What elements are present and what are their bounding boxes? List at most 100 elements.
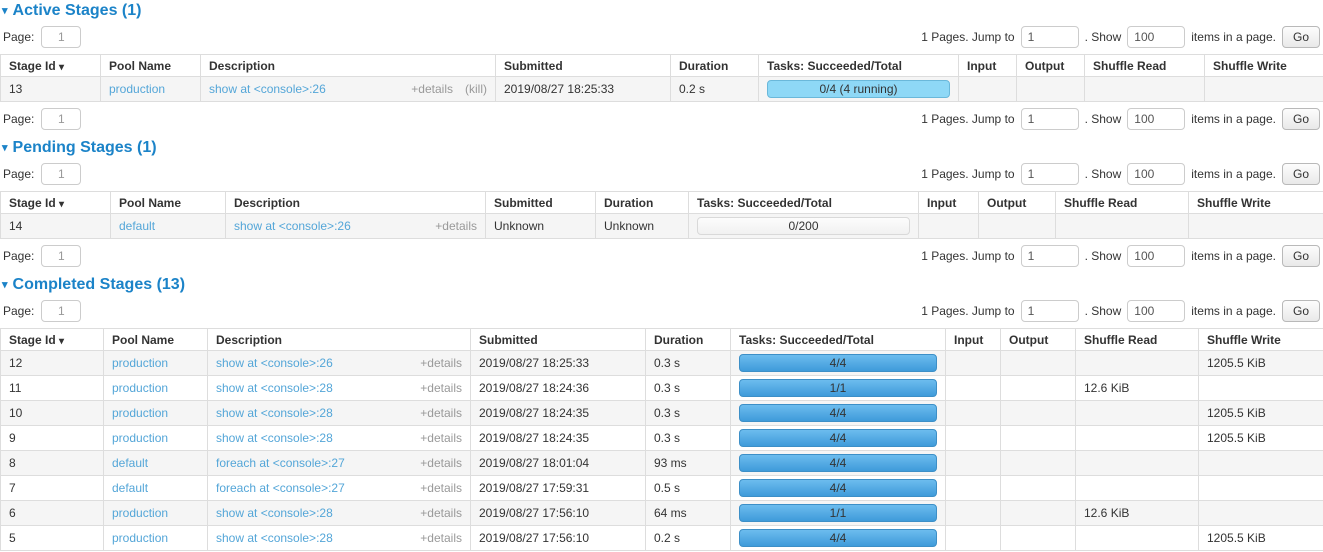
col-header-submitted[interactable]: Submitted	[496, 55, 671, 77]
description-link[interactable]: show at <console>:26	[234, 219, 351, 233]
pool-name-link[interactable]: default	[112, 481, 148, 495]
col-header-stage-id[interactable]: Stage Id ▾	[1, 329, 104, 351]
col-header-duration[interactable]: Duration	[646, 329, 731, 351]
col-header-submitted[interactable]: Submitted	[486, 192, 596, 214]
duration-cell: 0.2 s	[671, 77, 759, 102]
go-button[interactable]: Go	[1282, 26, 1320, 48]
description-link[interactable]: foreach at <console>:27	[216, 456, 345, 470]
pending-stages-header[interactable]: ▾Pending Stages (1)	[2, 139, 1323, 157]
col-header-pool-name[interactable]: Pool Name	[101, 55, 201, 77]
items-per-page-input[interactable]	[1127, 108, 1185, 130]
col-header-description[interactable]: Description	[208, 329, 471, 351]
items-per-page-input[interactable]	[1127, 26, 1185, 48]
pager-row: Page: 1 Pages. Jump to . Show items in a…	[3, 162, 1320, 186]
col-header-output[interactable]: Output	[1017, 55, 1085, 77]
page-number-input[interactable]	[41, 245, 81, 267]
pool-name-link[interactable]: production	[112, 356, 168, 370]
col-header-shuffle-write[interactable]: Shuffle Write	[1199, 329, 1323, 351]
kill-link[interactable]: (kill)	[465, 82, 487, 96]
jump-to-page-input[interactable]	[1021, 163, 1079, 185]
shuffle-read-cell	[1076, 476, 1199, 501]
jump-to-page-input[interactable]	[1021, 26, 1079, 48]
page-selector: Page:	[3, 26, 81, 48]
shuffle-write-cell	[1199, 476, 1323, 501]
col-header-stage-id[interactable]: Stage Id ▾	[1, 55, 101, 77]
page-number-input[interactable]	[41, 163, 81, 185]
details-toggle[interactable]: +details	[420, 356, 462, 370]
pool-name-cell: production	[104, 501, 208, 526]
details-toggle[interactable]: +details	[420, 406, 462, 420]
jump-to-page-input[interactable]	[1021, 300, 1079, 322]
details-toggle[interactable]: +details	[435, 219, 477, 233]
details-toggle[interactable]: +details	[420, 531, 462, 545]
items-per-page-input[interactable]	[1127, 300, 1185, 322]
description-link[interactable]: foreach at <console>:27	[216, 481, 345, 495]
stage-id-cell: 10	[1, 401, 104, 426]
page-number-input[interactable]	[41, 26, 81, 48]
jump-to-page-input[interactable]	[1021, 245, 1079, 267]
go-button[interactable]: Go	[1282, 300, 1320, 322]
col-header-description[interactable]: Description	[226, 192, 486, 214]
description-link[interactable]: show at <console>:28	[216, 406, 333, 420]
jump-to-page-input[interactable]	[1021, 108, 1079, 130]
description-link[interactable]: show at <console>:28	[216, 431, 333, 445]
details-toggle[interactable]: +details	[420, 381, 462, 395]
details-toggle[interactable]: +details	[420, 456, 462, 470]
pool-name-link[interactable]: production	[112, 531, 168, 545]
col-header-input[interactable]: Input	[919, 192, 979, 214]
col-header-shuffle-read[interactable]: Shuffle Read	[1085, 55, 1205, 77]
col-header-submitted[interactable]: Submitted	[471, 329, 646, 351]
description-link[interactable]: show at <console>:28	[216, 381, 333, 395]
col-header-input[interactable]: Input	[959, 55, 1017, 77]
items-per-page-input[interactable]	[1127, 163, 1185, 185]
pool-name-link[interactable]: production	[109, 82, 165, 96]
page-number-input[interactable]	[41, 300, 81, 322]
pool-name-link[interactable]: production	[112, 431, 168, 445]
col-header-duration[interactable]: Duration	[596, 192, 689, 214]
go-button[interactable]: Go	[1282, 245, 1320, 267]
duration-cell: 93 ms	[646, 451, 731, 476]
col-header-shuffle-read[interactable]: Shuffle Read	[1076, 329, 1199, 351]
col-header-pool-name[interactable]: Pool Name	[104, 329, 208, 351]
description-link[interactable]: show at <console>:26	[216, 356, 333, 370]
completed-stages-header[interactable]: ▾Completed Stages (13)	[2, 276, 1323, 294]
pool-name-link[interactable]: production	[112, 506, 168, 520]
col-header-pool-name[interactable]: Pool Name	[111, 192, 226, 214]
page-number-input[interactable]	[41, 108, 81, 130]
pager-row: Page: 1 Pages. Jump to . Show items in a…	[3, 299, 1320, 323]
duration-cell: 0.3 s	[646, 376, 731, 401]
col-header-shuffle-read[interactable]: Shuffle Read	[1056, 192, 1189, 214]
col-header-shuffle-write[interactable]: Shuffle Write	[1189, 192, 1323, 214]
col-header-description[interactable]: Description	[201, 55, 496, 77]
col-header-tasks[interactable]: Tasks: Succeeded/Total	[759, 55, 959, 77]
details-toggle[interactable]: +details	[420, 481, 462, 495]
details-toggle[interactable]: +details	[420, 431, 462, 445]
description-link[interactable]: show at <console>:28	[216, 531, 333, 545]
details-toggle[interactable]: +details	[411, 82, 453, 96]
go-button[interactable]: Go	[1282, 163, 1320, 185]
items-per-page-input[interactable]	[1127, 245, 1185, 267]
col-header-output[interactable]: Output	[979, 192, 1056, 214]
col-header-tasks[interactable]: Tasks: Succeeded/Total	[689, 192, 919, 214]
table-header-row: Stage Id ▾ Pool Name Description Submitt…	[1, 55, 1323, 77]
shuffle-read-cell	[1085, 77, 1205, 102]
output-cell	[1001, 526, 1076, 551]
pool-name-link[interactable]: default	[119, 219, 155, 233]
col-header-input[interactable]: Input	[946, 329, 1001, 351]
sort-desc-icon: ▾	[59, 62, 64, 73]
pool-name-link[interactable]: production	[112, 381, 168, 395]
col-header-duration[interactable]: Duration	[671, 55, 759, 77]
col-header-shuffle-write[interactable]: Shuffle Write	[1205, 55, 1323, 77]
pool-name-link[interactable]: default	[112, 456, 148, 470]
details-toggle[interactable]: +details	[420, 506, 462, 520]
go-button[interactable]: Go	[1282, 108, 1320, 130]
col-header-stage-id[interactable]: Stage Id ▾	[1, 192, 111, 214]
col-header-tasks[interactable]: Tasks: Succeeded/Total	[731, 329, 946, 351]
task-progress-bar: 0/200	[697, 217, 910, 235]
description-link[interactable]: show at <console>:28	[216, 506, 333, 520]
pool-name-link[interactable]: production	[112, 406, 168, 420]
description-link[interactable]: show at <console>:26	[209, 82, 326, 96]
col-header-output[interactable]: Output	[1001, 329, 1076, 351]
active-stages-header[interactable]: ▾Active Stages (1)	[2, 2, 1323, 20]
tasks-cell: 4/4	[731, 351, 946, 376]
